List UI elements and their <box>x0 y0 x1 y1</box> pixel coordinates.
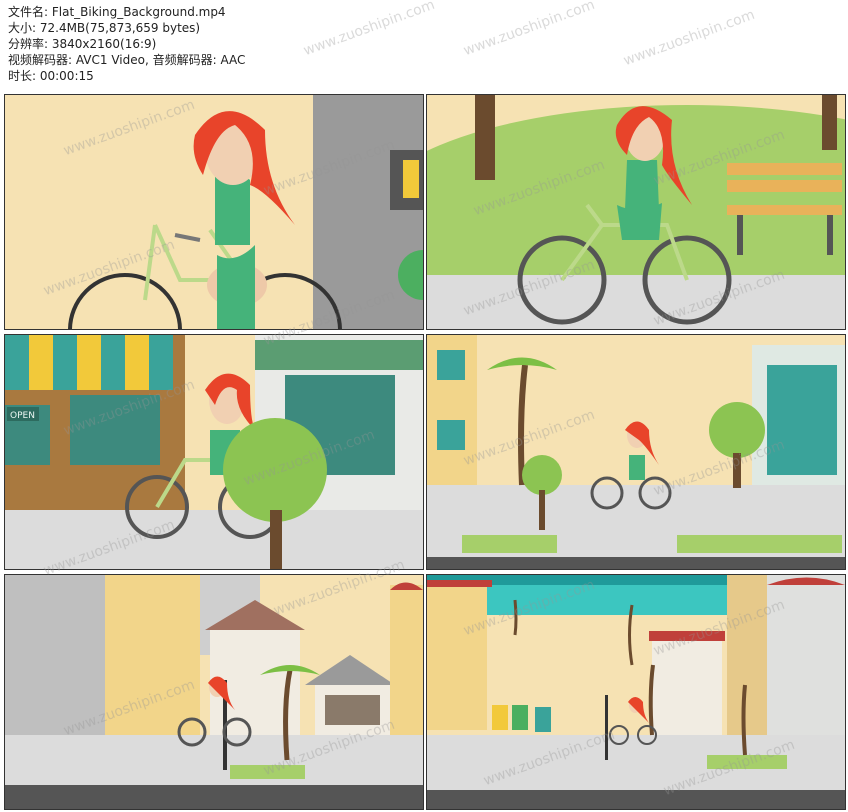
thumbnail-5[interactable] <box>4 574 424 810</box>
scene-palm-street <box>427 335 845 569</box>
scene-park-bench <box>427 95 845 329</box>
duration: 时长: 00:00:15 <box>8 69 94 83</box>
thumbnail-3[interactable]: OPEN <box>4 334 424 570</box>
codec-info: 视频解码器: AVC1 Video, 音频解码器: AAC <box>8 53 246 67</box>
thumbnail-4[interactable] <box>426 334 846 570</box>
scene-town-houses <box>5 575 423 809</box>
file-size: 大小: 72.4MB(75,873,659 bytes) <box>8 21 201 35</box>
resolution: 分辨率: 3840x2160(16:9) <box>8 37 157 51</box>
scene-shopfront: OPEN <box>5 335 423 569</box>
watermark: www.zuoshipin.com <box>461 0 597 60</box>
thumbnail-6[interactable] <box>426 574 846 810</box>
file-info: 文件名: Flat_Biking_Background.mp4 大小: 72.4… <box>8 4 245 84</box>
watermark: www.zuoshipin.com <box>301 0 437 60</box>
open-sign: OPEN <box>10 411 35 421</box>
thumbnail-2[interactable] <box>426 94 846 330</box>
scene-street-closeup <box>5 95 423 329</box>
file-name: 文件名: Flat_Biking_Background.mp4 <box>8 5 226 19</box>
watermark: www.zuoshipin.com <box>621 6 757 70</box>
thumbnail-1[interactable] <box>4 94 424 330</box>
scene-seaside-town <box>427 575 845 809</box>
